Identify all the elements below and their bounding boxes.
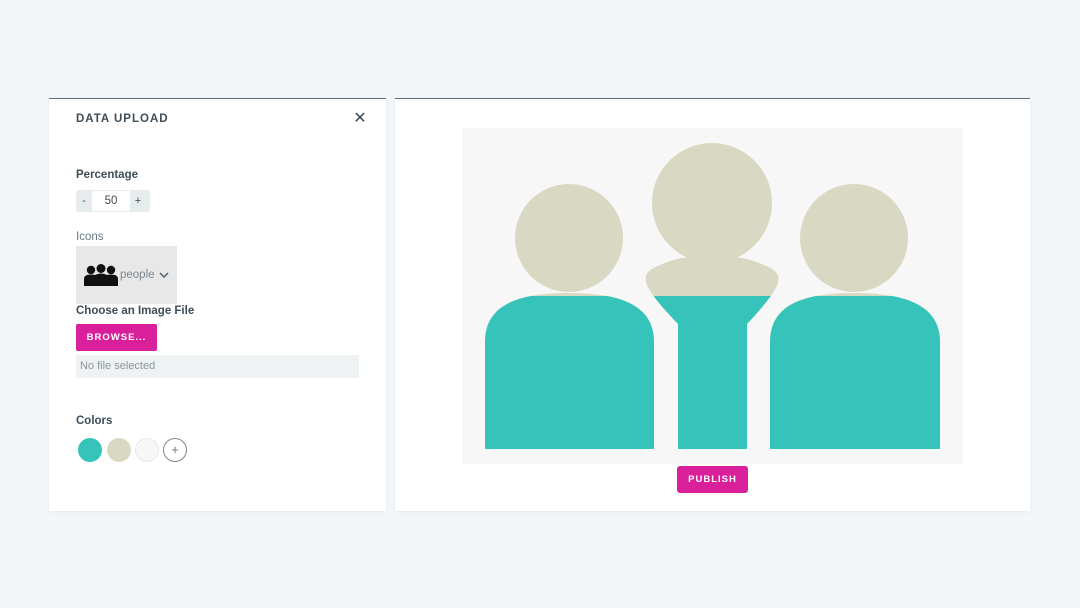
close-icon[interactable]: ✕ xyxy=(352,111,368,127)
browse-button[interactable]: BROWSE... xyxy=(76,324,157,351)
preview-panel: PUBLISH xyxy=(395,98,1030,511)
color-swatch-beige[interactable] xyxy=(107,438,131,462)
data-upload-panel: DATA UPLOAD ✕ Percentage - 50 + Icons pe… xyxy=(49,98,386,511)
panel-title: DATA UPLOAD xyxy=(76,113,169,125)
color-swatch-light-gray[interactable] xyxy=(135,438,159,462)
percentage-stepper: - 50 + xyxy=(76,190,150,212)
color-swatch-teal[interactable] xyxy=(78,438,102,462)
colors-label: Colors xyxy=(76,415,113,427)
people-infographic xyxy=(485,143,940,449)
chevron-down-icon xyxy=(159,272,169,278)
icons-label: Icons xyxy=(76,231,104,243)
add-color-button[interactable]: + xyxy=(163,438,187,462)
decrement-button[interactable]: - xyxy=(76,195,92,207)
icon-select-dropdown[interactable]: people xyxy=(76,246,177,304)
icon-select-label: people xyxy=(120,269,155,281)
publish-button[interactable]: PUBLISH xyxy=(677,466,748,493)
percentage-label: Percentage xyxy=(76,169,139,181)
percentage-input[interactable]: 50 xyxy=(92,191,130,211)
file-status: No file selected xyxy=(76,355,359,378)
people-icon xyxy=(84,264,118,286)
increment-button[interactable]: + xyxy=(130,195,146,207)
preview-canvas xyxy=(462,128,963,464)
choose-image-label: Choose an Image File xyxy=(76,305,195,317)
